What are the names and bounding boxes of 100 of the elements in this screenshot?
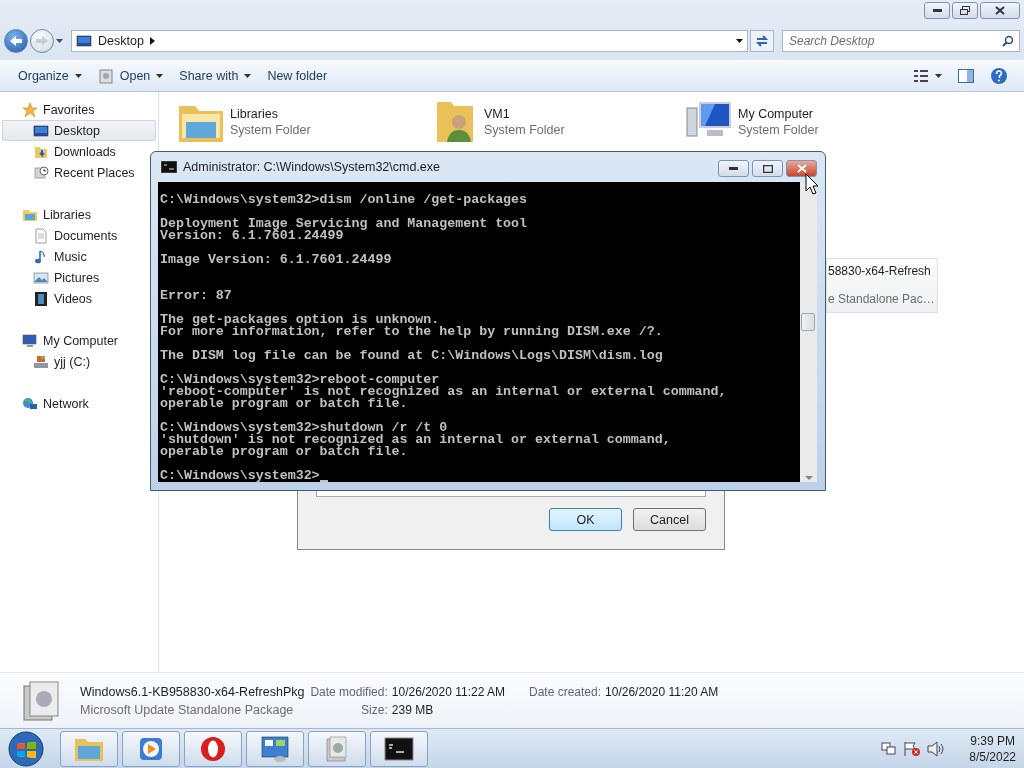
sidebar-item[interactable]: Libraries — [2, 204, 148, 225]
close-icon — [995, 6, 1005, 15]
close-icon — [796, 164, 807, 173]
caret-icon — [736, 39, 743, 43]
console-line: C:\Windows\system32>dism /online /get-packages — [160, 194, 528, 206]
toolbar-button[interactable]: Open — [89, 65, 172, 87]
refresh-icon — [755, 34, 769, 48]
sidebar-item[interactable]: Favorites — [2, 99, 148, 120]
console-line: 'shutdown' is not recognized as an internal or external command, — [160, 434, 671, 446]
item-name[interactable]: VM1 — [484, 107, 565, 121]
help-icon — [990, 67, 1008, 85]
detail-value: 10/26/2020 11:20 AM — [605, 684, 720, 699]
detail-value: 239 MB — [391, 702, 435, 717]
search-icon — [1002, 35, 1014, 47]
detail-label: Date modified: — [310, 684, 388, 699]
detail-label: Date created: — [529, 684, 602, 699]
clock[interactable]: 9:39 PM 8/5/2022 — [969, 733, 1016, 764]
flag-icon[interactable] — [903, 740, 922, 757]
caret-icon — [935, 74, 942, 78]
console-line: Deployment Image Servicing and Management tool — [160, 218, 528, 230]
sidebar-item[interactable]: Recent Places — [2, 162, 148, 183]
picture-icon — [33, 269, 49, 286]
address-text: Desktop — [98, 34, 144, 48]
dialog-button[interactable]: Cancel — [633, 508, 706, 531]
console-line: operable program or batch file. — [160, 446, 408, 458]
forward-arrow-icon — [35, 35, 49, 47]
detail-value: 10/26/2020 11:22 AM — [391, 684, 505, 699]
minimize-icon — [932, 9, 942, 12]
globe-icon — [22, 395, 38, 412]
file-type: e Standalone Pac… — [828, 292, 935, 306]
control-panel-icon[interactable] — [260, 734, 290, 763]
restore-icon — [960, 6, 970, 15]
chevron-icon — [149, 37, 155, 45]
maximize-button[interactable] — [752, 160, 783, 177]
back-button[interactable] — [4, 29, 28, 53]
console-line: C:\Windows\system32> — [160, 470, 320, 482]
maximize-icon — [762, 164, 773, 173]
ring-logo-icon[interactable] — [199, 734, 227, 763]
text-cursor — [319, 480, 328, 482]
minimize-button[interactable] — [924, 2, 950, 19]
toolbar-button[interactable]: Share with — [171, 66, 260, 86]
toolbar-button[interactable]: Organize — [10, 66, 90, 86]
item-name[interactable]: My Computer — [738, 107, 819, 121]
dialog-button[interactable]: OK — [549, 508, 622, 531]
toolbar-button[interactable]: New folder — [259, 66, 336, 86]
taskbar-button[interactable] — [370, 730, 428, 767]
mouse-pointer-icon — [805, 173, 819, 195]
console-line: Image Version: 6.1.7601.24499 — [160, 254, 392, 266]
back-arrow-icon — [9, 35, 23, 47]
network-icon[interactable] — [881, 740, 898, 757]
scrollbar[interactable] — [800, 182, 817, 482]
drive-icon — [33, 353, 49, 370]
monitor-icon — [33, 122, 49, 139]
minimize-button[interactable] — [718, 160, 749, 177]
sidebar-item[interactable]: Network — [2, 393, 148, 414]
console-line: Version: 6.1.7601.24499 — [160, 230, 344, 242]
file-name: 58830-x64-Refresh — [828, 264, 931, 278]
restore-button[interactable] — [952, 2, 978, 19]
sidebar-item[interactable]: Pictures — [2, 267, 148, 288]
list-view-icon — [913, 69, 929, 83]
window-title: Administrator: C:\Windows\System32\cmd.exe — [183, 160, 441, 174]
item-type: System Folder — [230, 123, 311, 137]
item-name[interactable]: Libraries — [230, 107, 311, 121]
file-tile[interactable]: 58830-x64-Refresh e Standalone Pac… — [826, 258, 938, 313]
play-icon[interactable] — [138, 735, 164, 762]
monitor-icon — [76, 33, 92, 49]
speaker-icon[interactable] — [927, 740, 946, 757]
close-button[interactable] — [980, 2, 1020, 19]
sidebar-item[interactable]: Desktop — [2, 120, 156, 141]
scroll-thumb[interactable] — [801, 313, 815, 331]
pane-icon — [958, 69, 974, 83]
sidebar-item[interactable]: Music — [2, 246, 148, 267]
search-field[interactable]: Search Desktop — [782, 30, 1020, 52]
film-icon — [33, 290, 49, 307]
file-name: Windows6.1-KB958830-x64-RefreshPkg — [80, 684, 305, 699]
sidebar-item[interactable]: Documents — [2, 225, 148, 246]
address-bar[interactable]: Desktop — [71, 30, 748, 52]
sidebar-item[interactable]: yjj (C:) — [2, 351, 148, 372]
computer-icon — [22, 332, 38, 349]
forward-button[interactable] — [30, 29, 54, 53]
caret-icon — [156, 74, 164, 78]
caret-icon — [74, 74, 82, 78]
item-type: System Folder — [738, 123, 819, 137]
clock-icon — [33, 164, 49, 181]
console-line: C:\Windows\system32>shutdown /r /t 0 — [160, 422, 448, 434]
console-line: C:\Windows\system32>reboot-computer — [160, 374, 440, 386]
console-line: The DISM log file can be found at C:\Windows\Logs\DISM\dism.log — [160, 350, 663, 362]
sidebar-item[interactable]: My Computer — [2, 330, 148, 351]
sidebar-item[interactable]: Downloads — [2, 141, 148, 162]
scroll-down-icon[interactable] — [804, 474, 813, 482]
document-icon — [33, 227, 49, 244]
terminal-icon[interactable] — [384, 736, 414, 761]
caret-icon — [244, 74, 252, 78]
file-type: Microsoft Update Standalone Package — [80, 702, 295, 717]
star-icon — [22, 101, 38, 118]
sidebar-item[interactable]: Videos — [2, 288, 148, 309]
console-line: operable program or batch file. — [160, 398, 408, 410]
caret-icon — [56, 39, 63, 43]
item-type: System Folder — [484, 123, 565, 137]
refresh-button[interactable] — [750, 30, 774, 52]
